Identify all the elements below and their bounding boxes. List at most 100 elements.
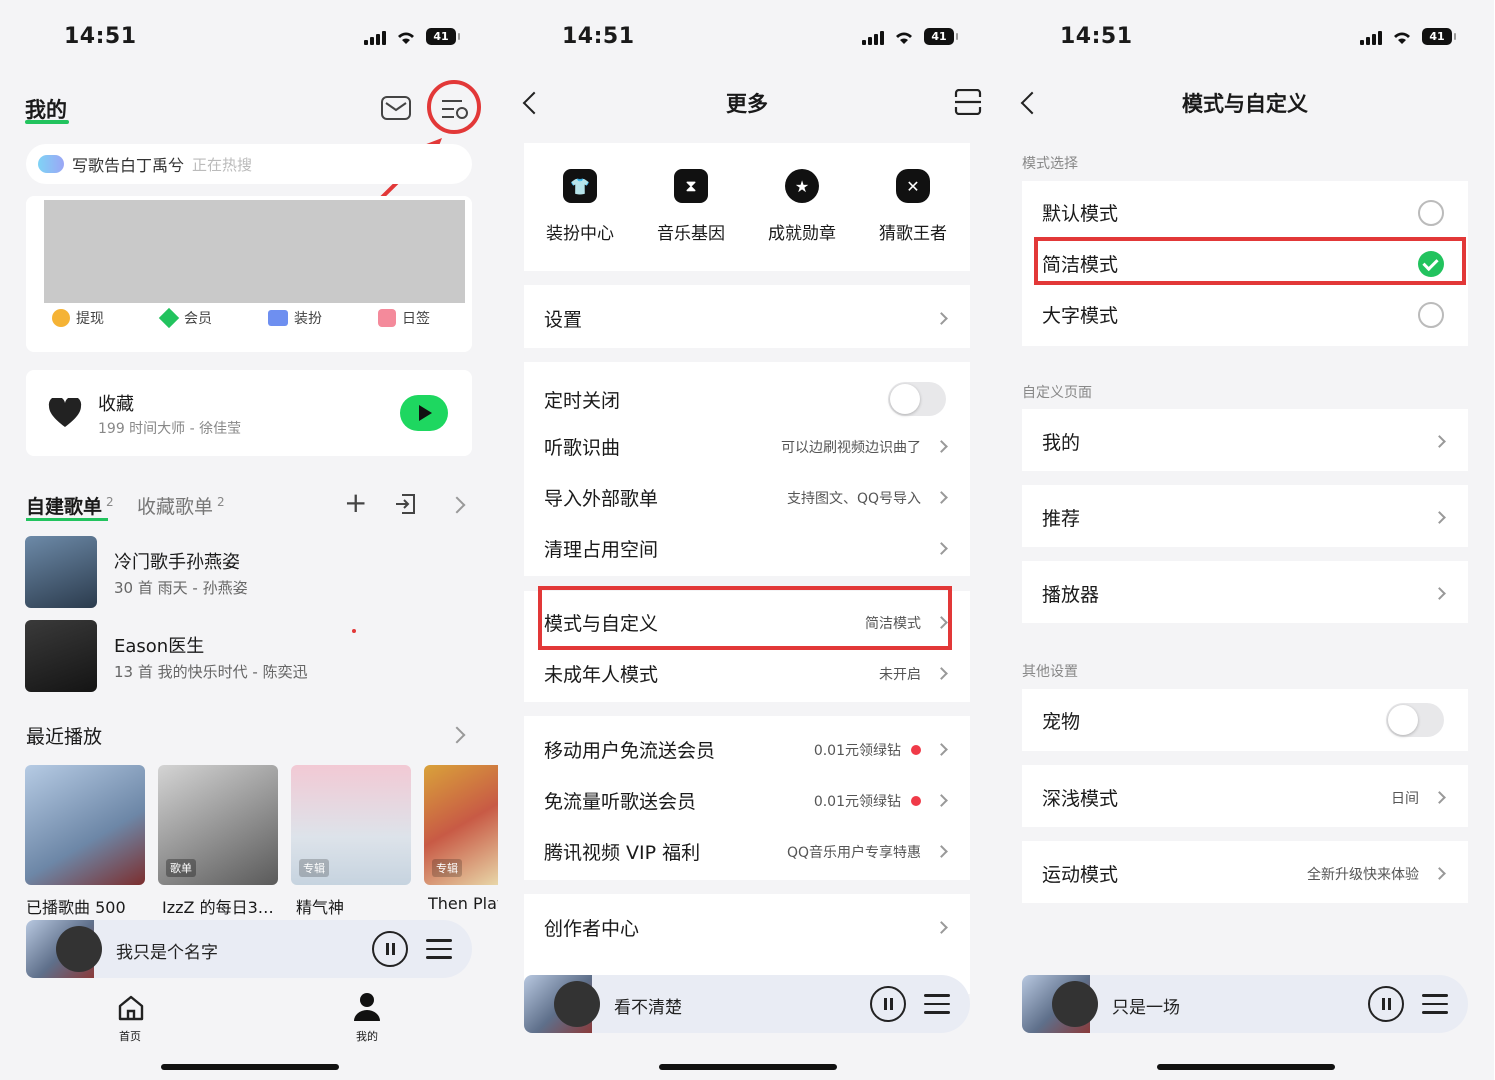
row-custom-player[interactable]: 播放器: [1042, 580, 1446, 607]
wifi-icon: [1394, 32, 1410, 44]
pet-toggle[interactable]: [1386, 703, 1444, 737]
mini-player[interactable]: 看不清楚: [524, 975, 970, 1033]
shirt-icon: [268, 310, 288, 326]
row-pet[interactable]: 宠物: [1042, 703, 1444, 737]
tab-collected-playlists[interactable]: 收藏歌单 2: [137, 492, 225, 519]
battery-icon: 41: [924, 28, 958, 45]
timer-toggle[interactable]: [888, 382, 946, 416]
pause-icon[interactable]: [1368, 986, 1404, 1022]
search-bar[interactable]: 写歌告白丁禹兮 正在热搜: [26, 144, 472, 184]
battery-icon: 41: [426, 28, 460, 45]
chevron-right-icon: [1433, 791, 1446, 804]
custom-card[interactable]: 我的: [1022, 409, 1468, 471]
shirt-icon: 👕: [563, 169, 597, 203]
theme-card[interactable]: 深浅模式 日间: [1022, 765, 1468, 827]
recent-cover[interactable]: [25, 765, 145, 885]
screen-mode: 14:51 41 模式与自定义 模式选择 默认模式 简洁模式 大字模式 自定义页…: [996, 0, 1494, 1080]
recent-label: IzzZ 的每日3…: [162, 898, 274, 917]
row-custom-recommend[interactable]: 推荐: [1042, 504, 1446, 531]
favorites-play-button[interactable]: [400, 395, 448, 431]
import-icon[interactable]: [394, 492, 418, 516]
settings-card[interactable]: 设置: [524, 285, 970, 348]
player-cover: [1022, 975, 1098, 1033]
radio-default[interactable]: [1418, 199, 1444, 226]
recent-title: 最近播放: [26, 726, 103, 748]
playlist-cover[interactable]: [25, 620, 97, 692]
tools-card: 定时关闭 听歌识曲 可以边刷视频边识曲了 导入外部歌单 支持图文、QQ号导入 清理占…: [524, 362, 970, 576]
pause-icon[interactable]: [372, 931, 408, 967]
row-mode-large[interactable]: 大字模式: [1042, 301, 1444, 328]
playlist-cover[interactable]: [25, 536, 97, 608]
quick-dress[interactable]: 装扮: [268, 308, 322, 328]
add-icon[interactable]: +: [344, 486, 367, 519]
red-dot: [911, 795, 921, 806]
grid-item-dress[interactable]: 👕 装扮中心: [544, 169, 616, 244]
row-settings[interactable]: 设置: [544, 305, 948, 332]
search-text: 写歌告白丁禹兮: [72, 156, 185, 175]
row-creator[interactable]: 创作者中心: [544, 914, 948, 941]
tab-home[interactable]: 首页: [119, 1028, 141, 1044]
grid-item-guess[interactable]: ✕ 猜歌王者: [877, 169, 949, 244]
pause-icon[interactable]: [870, 986, 906, 1022]
scan-icon[interactable]: [954, 89, 982, 115]
playlist-icon[interactable]: [924, 994, 950, 1020]
chevron-right-icon: [1433, 867, 1446, 880]
chevron-right-icon: [1433, 511, 1446, 524]
row-tencent[interactable]: 腾讯视频 VIP 福利 QQ音乐用户专享特惠: [544, 838, 948, 865]
dot-marker: [352, 629, 356, 633]
page-title: 模式与自定义: [1182, 92, 1308, 116]
recent-label: Then Play: [428, 894, 498, 913]
custom-card[interactable]: 播放器: [1022, 561, 1468, 623]
recent-cover[interactable]: 专辑: [424, 765, 498, 885]
grid-item-gene[interactable]: ⧗ 音乐基因: [655, 169, 727, 244]
checkin-icon: [378, 309, 396, 327]
status-time: 14:51: [562, 24, 635, 49]
chevron-right-icon[interactable]: [448, 496, 466, 514]
favorites-card[interactable]: 收藏 199 时间大师 - 徐佳莹: [26, 370, 472, 456]
quick-withdraw[interactable]: 提现: [52, 308, 104, 328]
highlight-box: [1034, 237, 1466, 285]
chevron-right-icon: [935, 845, 948, 858]
row-import[interactable]: 导入外部歌单 支持图文、QQ号导入: [544, 484, 948, 511]
highlight-box: [538, 586, 952, 650]
mail-icon[interactable]: [380, 95, 412, 121]
playlist-icon[interactable]: [1422, 994, 1448, 1020]
radio-large[interactable]: [1418, 301, 1444, 328]
tab-created-playlists[interactable]: 自建歌单 2: [26, 492, 114, 519]
mini-player[interactable]: 我只是个名字: [26, 920, 472, 978]
row-freeflow[interactable]: 免流量听歌送会员 0.01元领绿钻: [544, 787, 948, 814]
user-icon[interactable]: [352, 991, 382, 1023]
mini-player[interactable]: 只是一场: [1022, 975, 1468, 1033]
row-sport[interactable]: 运动模式 全新升级快来体验: [1042, 860, 1446, 887]
sport-card[interactable]: 运动模式 全新升级快来体验: [1022, 841, 1468, 903]
custom-card[interactable]: 推荐: [1022, 485, 1468, 547]
row-timer[interactable]: 定时关闭: [544, 382, 946, 416]
player-title: 我只是个名字: [116, 943, 218, 963]
grid-item-badge[interactable]: ★ 成就勋章: [766, 169, 838, 244]
chevron-right-icon: [935, 312, 948, 325]
quick-sign[interactable]: 日签: [378, 308, 430, 328]
quick-vip[interactable]: 会员: [158, 307, 212, 329]
highlight-circle: [427, 80, 481, 134]
tab-mine[interactable]: 我的: [356, 1028, 378, 1044]
row-mode-default[interactable]: 默认模式: [1042, 199, 1444, 226]
medal-icon: ★: [785, 169, 819, 203]
row-custom-mine[interactable]: 我的: [1042, 428, 1446, 455]
chevron-right-icon[interactable]: [448, 726, 466, 744]
playlist-title: 冷门歌手孙燕姿: [114, 552, 240, 573]
home-icon[interactable]: [116, 993, 146, 1023]
playlist-icon[interactable]: [426, 939, 452, 965]
recent-cover[interactable]: 专辑: [291, 765, 411, 885]
recent-cover[interactable]: 歌单: [158, 765, 278, 885]
row-clean[interactable]: 清理占用空间: [544, 535, 948, 562]
row-minor[interactable]: 未成年人模式 未开启: [544, 660, 948, 687]
chevron-right-icon: [935, 491, 948, 504]
red-dot: [911, 744, 921, 755]
row-recognize[interactable]: 听歌识曲 可以边刷视频边识曲了: [544, 433, 948, 460]
row-mobile[interactable]: 移动用户免流送会员 0.01元领绿钻: [544, 736, 948, 763]
chevron-right-icon: [935, 743, 948, 756]
chevron-right-icon: [935, 440, 948, 453]
row-theme[interactable]: 深浅模式 日间: [1042, 784, 1446, 811]
section-custom: 自定义页面: [1022, 385, 1092, 401]
signal-icon: [862, 29, 884, 45]
